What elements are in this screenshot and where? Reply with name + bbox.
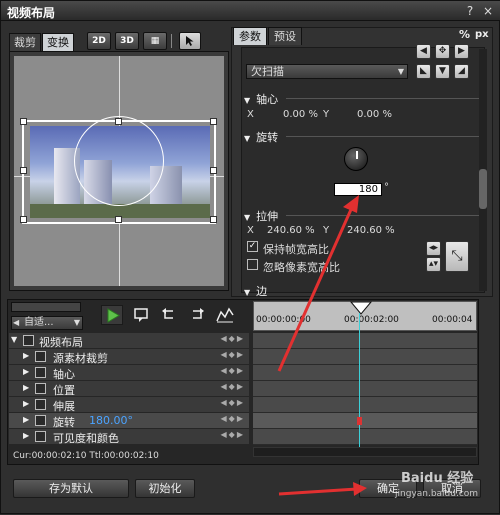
annotation-arrows xyxy=(277,195,367,496)
watermark-url: jingyan.baidu.com xyxy=(395,489,479,499)
watermark: Baidu 经验 xyxy=(401,471,474,486)
video-layout-window: 视频布局 ? × 裁剪 变换 2D 3D ▦ 参数 预设 % px ◀ ✥ ▶ … xyxy=(0,0,500,514)
